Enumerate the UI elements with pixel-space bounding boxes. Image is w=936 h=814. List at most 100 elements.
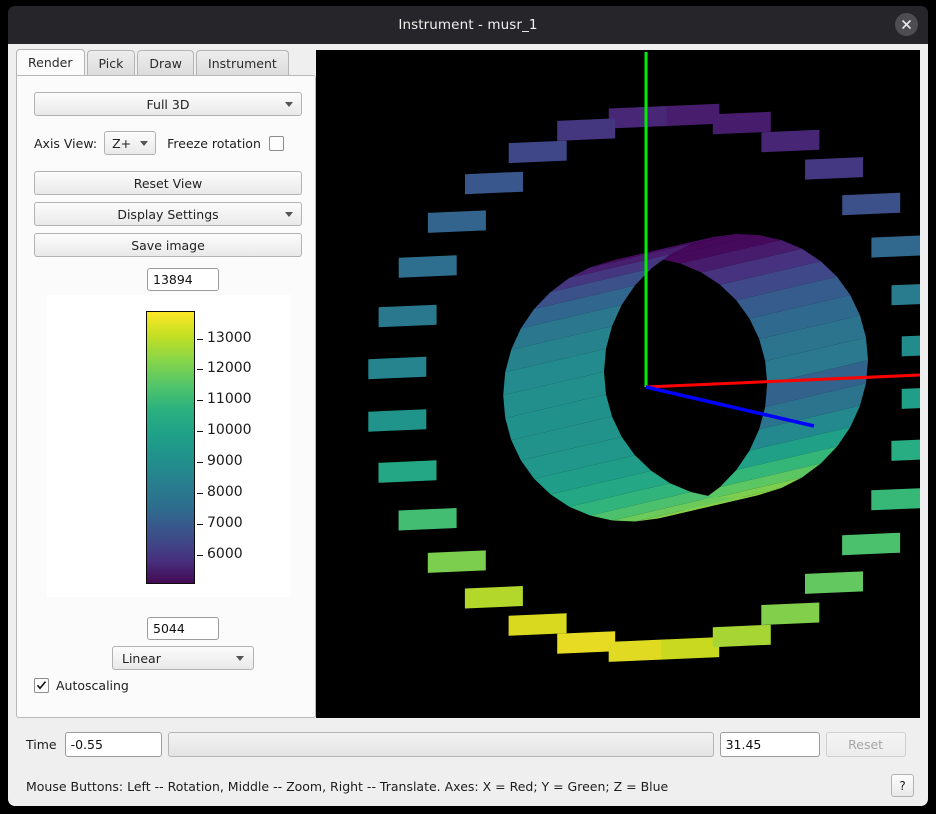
time-reset-button[interactable]: Reset — [826, 732, 906, 757]
instrument-3d-scene — [316, 50, 920, 718]
colorbar-tick — [197, 493, 203, 494]
autoscaling-label: Autoscaling — [56, 678, 129, 693]
detector-panel[interactable] — [871, 235, 920, 258]
chevron-down-icon — [236, 656, 244, 661]
detector-panel[interactable] — [805, 157, 863, 180]
time-min-input[interactable]: -0.55 — [65, 732, 162, 757]
colorbar-gradient[interactable] — [146, 311, 195, 584]
axis-view-label: Axis View: — [34, 136, 97, 151]
time-bar: Time -0.55 31.45 Reset — [8, 726, 928, 762]
autoscaling-checkbox[interactable] — [34, 678, 49, 693]
save-image-button[interactable]: Save image — [34, 233, 302, 257]
tab-bar: Render Pick Draw Instrument — [16, 50, 316, 75]
detector-panel[interactable] — [399, 508, 457, 531]
detector-panel[interactable] — [842, 533, 900, 556]
scale-type-value: Linear — [122, 651, 161, 666]
freeze-rotation-checkbox[interactable] — [269, 136, 284, 151]
freeze-rotation-label: Freeze rotation — [167, 136, 261, 151]
chevron-down-icon — [285, 212, 293, 217]
detector-panel[interactable] — [902, 334, 920, 357]
colorbar-tick-label: 10000 — [207, 423, 252, 437]
detector-panel[interactable] — [902, 386, 920, 409]
colorbar-max-value: 13894 — [153, 272, 193, 287]
tab-instrument[interactable]: Instrument — [196, 50, 289, 75]
detector-panel[interactable] — [761, 130, 819, 153]
chevron-down-icon — [140, 141, 148, 146]
reset-view-button[interactable]: Reset View — [34, 171, 302, 195]
title-bar: Instrument - musr_1 — [8, 6, 928, 44]
detector-panel[interactable] — [509, 141, 567, 164]
colorbar-tick — [197, 462, 203, 463]
detector-panel[interactable] — [713, 112, 771, 135]
colorbar-tick-label: 8000 — [207, 485, 243, 499]
colorbar-tick-label: 12000 — [207, 361, 252, 375]
render-mode-value: Full 3D — [147, 97, 190, 112]
colorbar-tick-label: 11000 — [207, 392, 252, 406]
detector-panel[interactable] — [509, 613, 567, 636]
detector-panel[interactable] — [465, 172, 523, 195]
status-text: Mouse Buttons: Left -- Rotation, Middle … — [26, 779, 668, 794]
chevron-down-icon — [285, 102, 293, 107]
tab-draw[interactable]: Draw — [137, 50, 194, 75]
detector-panel[interactable] — [379, 460, 437, 483]
scale-type-dropdown[interactable]: Linear — [112, 646, 254, 670]
save-image-label: Save image — [131, 238, 205, 253]
time-max-input[interactable]: 31.45 — [720, 732, 820, 757]
detector-panel[interactable] — [805, 571, 863, 594]
help-button[interactable]: ? — [891, 774, 914, 797]
detector-panel[interactable] — [661, 104, 719, 127]
detector-panel[interactable] — [891, 438, 920, 461]
detector-panel[interactable] — [661, 637, 719, 660]
tab-render[interactable]: Render — [16, 49, 85, 75]
detector-panel[interactable] — [842, 193, 900, 216]
close-icon[interactable] — [895, 13, 918, 36]
colorbar-max-input[interactable]: 13894 — [147, 268, 219, 291]
colorbar-tick-label: 13000 — [207, 331, 252, 345]
detector-panel[interactable] — [713, 625, 771, 648]
time-label: Time — [26, 737, 57, 752]
detector-panel[interactable] — [609, 106, 667, 129]
tab-pick[interactable]: Pick — [87, 50, 136, 75]
colorbar-panel: 130001200011000100009000800070006000 — [47, 295, 291, 597]
detector-panel[interactable] — [557, 631, 615, 654]
detector-panel[interactable] — [557, 118, 615, 140]
instrument-window: Instrument - musr_1 Render Pick Draw Ins… — [0, 0, 936, 814]
detector-panel[interactable] — [399, 255, 457, 277]
detector-panel[interactable] — [428, 210, 486, 233]
axis-view-row: Axis View: Z+ Freeze rotation — [34, 131, 302, 155]
window-title: Instrument - musr_1 — [398, 17, 537, 33]
time-max-value: 31.45 — [726, 737, 762, 752]
time-range-slider[interactable] — [168, 732, 714, 757]
colorbar-tick — [197, 431, 203, 432]
colorbar-tick — [197, 339, 203, 340]
render-tab-panel: Full 3D Axis View: Z+ Freeze rotation — [16, 75, 316, 718]
instrument-3d-viewport[interactable] — [316, 50, 920, 718]
time-reset-label: Reset — [848, 737, 883, 752]
detector-panel[interactable] — [609, 639, 667, 662]
colorbar-tick — [197, 369, 203, 370]
autoscaling-row: Autoscaling — [34, 678, 129, 693]
window-body: Render Pick Draw Instrument Full 3D Axis… — [8, 44, 928, 806]
detector-panel[interactable] — [465, 586, 523, 609]
help-label: ? — [899, 779, 905, 793]
colorbar-tick-label: 9000 — [207, 454, 243, 468]
detector-panel[interactable] — [871, 488, 920, 511]
detector-panel[interactable] — [368, 409, 426, 432]
colorbar-tick — [197, 555, 203, 556]
display-settings-label: Display Settings — [117, 207, 218, 222]
colorbar-tick — [197, 400, 203, 401]
detector-panel[interactable] — [379, 305, 437, 328]
time-min-value: -0.55 — [71, 737, 103, 752]
colorbar-tick — [197, 524, 203, 525]
colorbar-tick-label: 7000 — [207, 516, 243, 530]
render-mode-dropdown[interactable]: Full 3D — [34, 92, 302, 116]
detector-panel[interactable] — [428, 550, 486, 573]
colorbar-min-input[interactable]: 5044 — [147, 617, 219, 640]
display-settings-dropdown[interactable]: Display Settings — [34, 202, 302, 226]
detector-panel[interactable] — [368, 357, 426, 380]
axis-view-value: Z+ — [112, 136, 131, 151]
detector-panel[interactable] — [892, 283, 921, 306]
axis-view-dropdown[interactable]: Z+ — [104, 131, 156, 155]
detector-panel[interactable] — [761, 603, 819, 626]
control-panel: Render Pick Draw Instrument Full 3D Axis… — [16, 50, 316, 718]
